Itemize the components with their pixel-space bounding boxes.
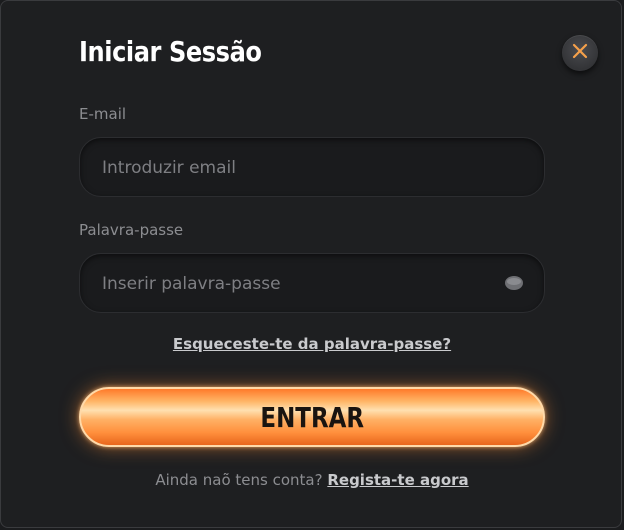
password-field-wrapper bbox=[79, 253, 545, 314]
signup-link[interactable]: Regista-te agora bbox=[327, 471, 468, 489]
login-dialog: Iniciar Sessão E-mail Palavra-passe Esqu… bbox=[0, 0, 622, 528]
signup-prompt: Ainda naõ tens conta? bbox=[155, 471, 323, 489]
password-field[interactable] bbox=[100, 254, 484, 314]
close-button[interactable] bbox=[562, 35, 598, 71]
email-field-wrapper bbox=[79, 137, 545, 198]
login-button-label: ENTRAR bbox=[260, 400, 364, 434]
email-label: E-mail bbox=[79, 105, 127, 123]
forgot-password-link[interactable]: Esqueceste-te da palavra-passe? bbox=[1, 335, 623, 353]
password-label: Palavra-passe bbox=[79, 221, 184, 239]
eye-icon[interactable] bbox=[504, 274, 524, 292]
email-field[interactable] bbox=[100, 138, 484, 198]
dialog-title: Iniciar Sessão bbox=[79, 35, 262, 68]
signup-prompt-line: Ainda naõ tens conta? Regista-te agora bbox=[1, 471, 623, 489]
close-icon bbox=[572, 43, 588, 63]
login-button[interactable]: ENTRAR bbox=[79, 387, 545, 447]
